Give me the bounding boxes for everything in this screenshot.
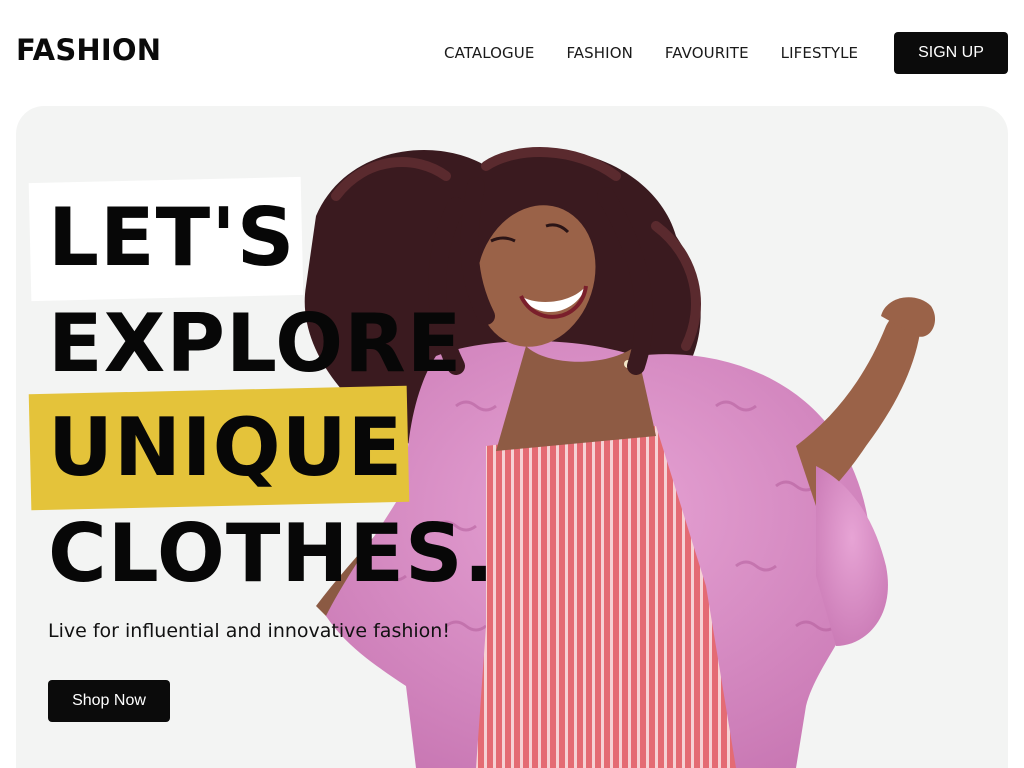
headline-line-3: UNIQUE: [48, 401, 404, 494]
main-nav: CATALOGUE FASHION FAVOURITE LIFESTYLE: [444, 44, 858, 62]
hero-subtitle: Live for influential and innovative fash…: [48, 620, 450, 642]
headline-line-1: LET'S: [48, 191, 296, 284]
hero-section: LET'S EXPLORE UNIQUE CLOTHES. Live for i…: [16, 106, 1008, 768]
site-header: FASHION CATALOGUE FASHION FAVOURITE LIFE…: [0, 0, 1024, 106]
nav-link-favourite[interactable]: FAVOURITE: [665, 44, 749, 62]
brand-logo[interactable]: FASHION: [16, 33, 161, 67]
nav-link-lifestyle[interactable]: LIFESTYLE: [781, 44, 858, 62]
nav-link-catalogue[interactable]: CATALOGUE: [444, 44, 534, 62]
headline-line-2: EXPLORE: [48, 297, 463, 390]
nav-link-fashion[interactable]: FASHION: [566, 44, 632, 62]
sign-up-button[interactable]: SIGN UP: [894, 32, 1008, 74]
shop-now-button[interactable]: Shop Now: [48, 680, 170, 722]
headline-line-4: CLOTHES.: [48, 507, 496, 600]
